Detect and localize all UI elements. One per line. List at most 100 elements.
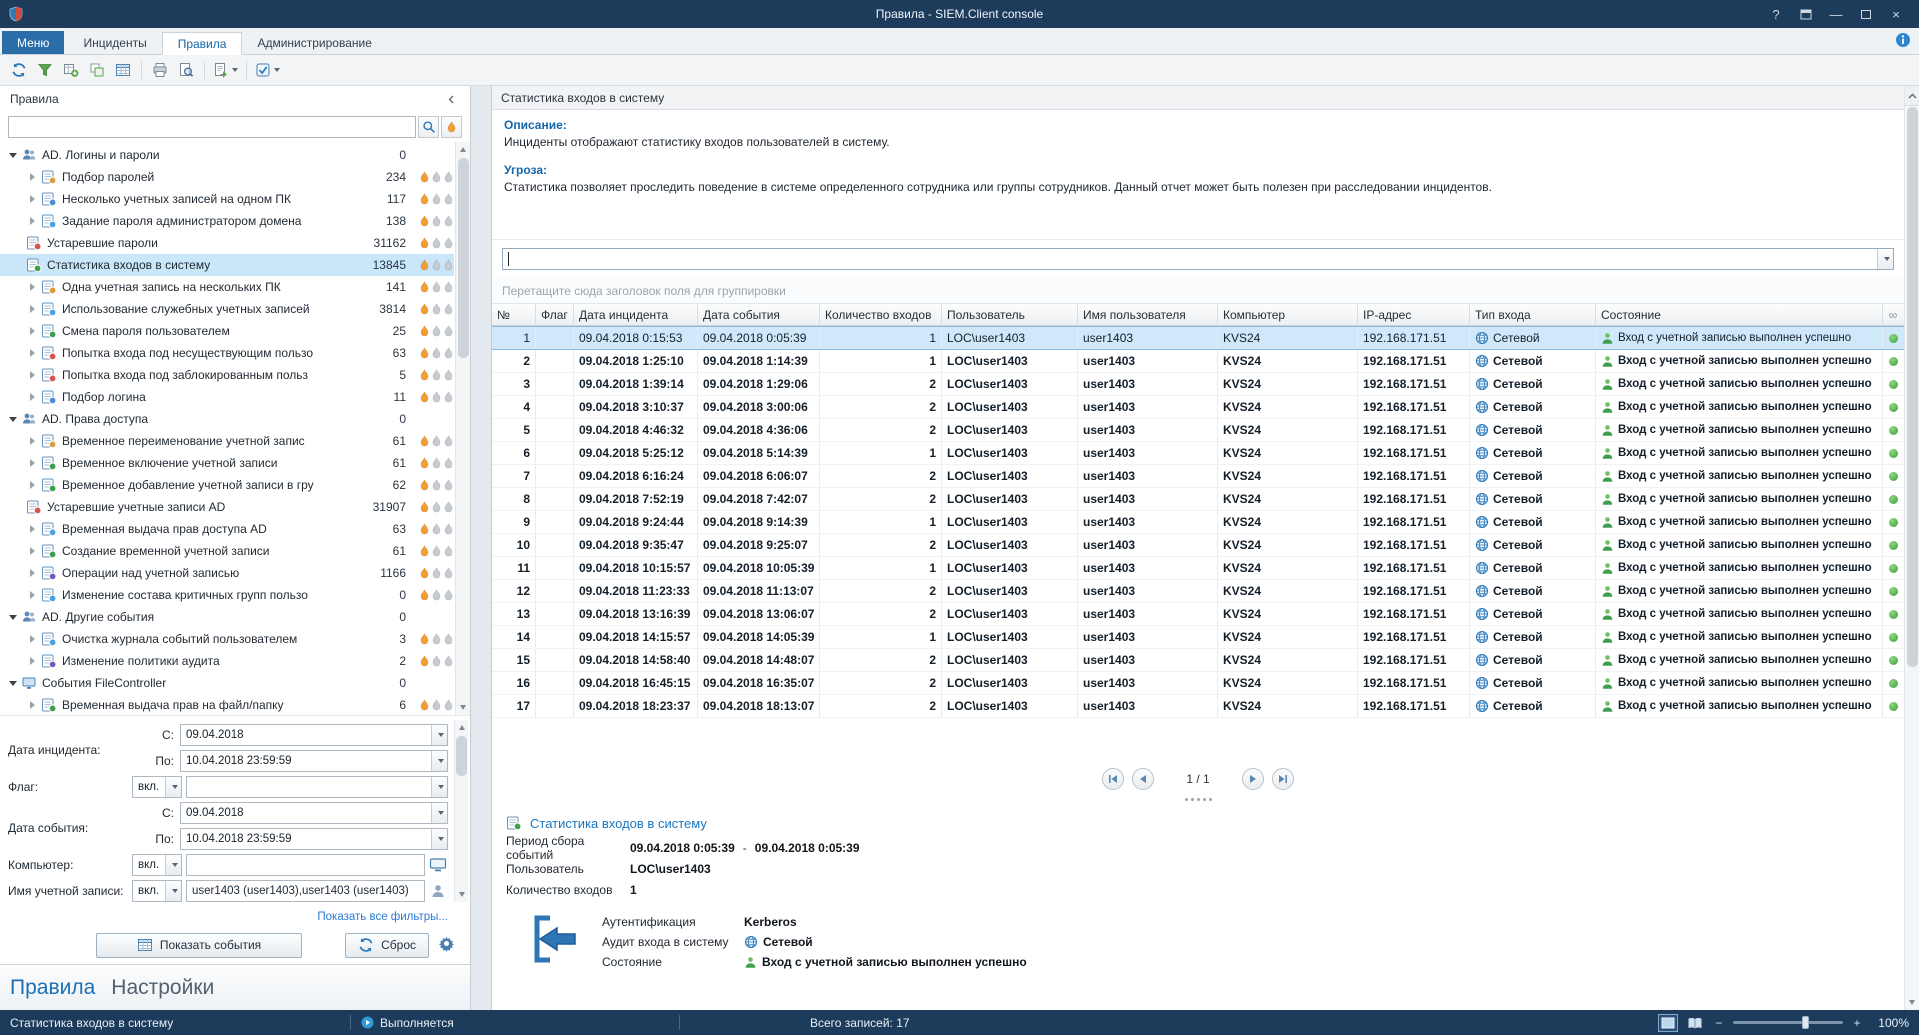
tree-item-row[interactable]: Попытка входа под несуществующим пользо6… [0,342,454,364]
column-header[interactable]: Пользователь [942,304,1078,325]
last-page-button[interactable] [1272,768,1294,790]
zoom-out-button[interactable]: − [1712,1016,1726,1030]
collapse-arrow-icon[interactable] [5,417,20,422]
tree-item-row[interactable]: Подбор паролей234 [0,166,454,188]
column-header[interactable]: Тип входа [1470,304,1596,325]
tab-administration[interactable]: Администрирование [242,31,386,54]
collapse-arrow-icon[interactable] [5,615,20,620]
expand-arrow-icon[interactable] [25,547,40,555]
tree-item-row[interactable]: Изменение состава критичных групп пользо… [0,584,454,606]
expand-arrow-icon[interactable] [25,525,40,533]
check-run-button[interactable] [252,58,283,82]
incident-row[interactable]: 609.04.2018 5:25:1209.04.2018 5:14:391LO… [492,442,1904,465]
tree-item-row[interactable]: Подбор логина11 [0,386,454,408]
detail-splitter-handle[interactable] [492,793,1904,805]
collapse-arrow-icon[interactable] [5,153,20,158]
dropdown-caret-icon[interactable] [1877,249,1893,269]
nav-tab-settings[interactable]: Настройки [111,976,214,1000]
incident-row[interactable]: 1709.04.2018 18:23:3709.04.2018 18:13:07… [492,695,1904,718]
export-button[interactable] [210,58,241,82]
print-preview-button[interactable] [173,58,199,82]
incident-date-from-select[interactable]: 09.04.2018 [180,724,448,746]
reset-button[interactable]: Сброс [345,933,429,958]
tree-group-row[interactable]: События FileController0 [0,672,454,694]
incident-row[interactable]: 1609.04.2018 16:45:1509.04.2018 16:35:07… [492,672,1904,695]
expand-arrow-icon[interactable] [25,701,40,709]
tree-item-row[interactable]: Одна учетная запись на нескольких ПК141 [0,276,454,298]
column-header[interactable]: № [492,304,536,325]
computer-picker-icon[interactable] [428,855,448,875]
incident-row[interactable]: 1509.04.2018 14:58:4009.04.2018 14:48:07… [492,649,1904,672]
tree-item-row[interactable]: Временная выдача прав на файл/папку6 [0,694,454,715]
expand-arrow-icon[interactable] [25,349,40,357]
incident-row[interactable]: 1209.04.2018 11:23:3309.04.2018 11:13:07… [492,580,1904,603]
dropdown-caret-icon[interactable] [431,829,447,849]
zoom-in-button[interactable]: + [1850,1016,1864,1030]
incident-row[interactable]: 209.04.2018 1:25:1009.04.2018 1:14:391LO… [492,350,1904,373]
show-all-filters-link[interactable]: Показать все фильтры... [317,911,448,923]
computer-mode-select[interactable]: вкл. [132,854,182,876]
event-date-from-select[interactable]: 09.04.2018 [180,802,448,824]
dropdown-caret-icon[interactable] [431,751,447,771]
tree-group-row[interactable]: AD. Логины и пароли0 [0,144,454,166]
account-picker-icon[interactable] [428,881,448,901]
column-header[interactable]: IP-адрес [1358,304,1470,325]
dropdown-caret-icon[interactable] [165,777,181,797]
expand-arrow-icon[interactable] [25,283,40,291]
collapse-panel-button[interactable] [1905,86,1919,106]
tree-item-row[interactable]: Статистика входов в систему13845 [0,254,454,276]
incident-date-to-select[interactable]: 10.04.2018 23:59:59 [180,750,448,772]
column-header[interactable]: Количество входов [820,304,942,325]
expand-arrow-icon[interactable] [25,195,40,203]
tab-rules[interactable]: Правила [162,32,243,55]
tree-item-row[interactable]: Очистка журнала событий пользователем3 [0,628,454,650]
tab-menu[interactable]: Меню [2,31,64,54]
tree-item-row[interactable]: Задание пароля администратором домена138 [0,210,454,232]
filters-scrollbar[interactable] [454,720,468,902]
first-page-button[interactable] [1102,768,1124,790]
print-button[interactable] [147,58,173,82]
nav-tab-rules[interactable]: Правила [10,976,95,1000]
incident-row[interactable]: 809.04.2018 7:52:1909.04.2018 7:42:072LO… [492,488,1904,511]
expand-arrow-icon[interactable] [25,173,40,181]
tree-scrollbar[interactable] [455,142,470,715]
account-mode-select[interactable]: вкл. [132,880,182,902]
tree-item-row[interactable]: Создание временной учетной записи61 [0,540,454,562]
tree-item-row[interactable]: Устаревшие пароли31162 [0,232,454,254]
expand-arrow-icon[interactable] [25,217,40,225]
info-icon[interactable] [1895,32,1911,48]
incident-row[interactable]: 1409.04.2018 14:15:5709.04.2018 14:05:39… [492,626,1904,649]
collapse-sidebar-button[interactable] [442,90,460,108]
prev-page-button[interactable] [1132,768,1154,790]
groupby-drop-area[interactable]: Перетащите сюда заголовок поля для групп… [492,278,1904,304]
column-header[interactable]: Состояние [1596,304,1883,325]
show-events-button[interactable]: Показать события [96,933,302,958]
tree-item-row[interactable]: Смена пароля пользователем25 [0,320,454,342]
tree-item-row[interactable]: Временное включение учетной записи61 [0,452,454,474]
dropdown-caret-icon[interactable] [431,725,447,745]
tree-item-row[interactable]: Несколько учетных записей на одном ПК117 [0,188,454,210]
tree-item-row[interactable]: Устаревшие учетные записи AD31907 [0,496,454,518]
help-button[interactable]: ? [1761,2,1791,26]
tree-item-row[interactable]: Операции над учетной записью1166 [0,562,454,584]
expand-arrow-icon[interactable] [25,569,40,577]
copy-rule-button[interactable] [84,58,110,82]
incident-row[interactable]: 909.04.2018 9:24:4409.04.2018 9:14:391LO… [492,511,1904,534]
dropdown-caret-icon[interactable] [165,881,181,901]
computer-field[interactable] [186,854,425,876]
tree-group-row[interactable]: AD. Другие события0 [0,606,454,628]
incident-row[interactable]: 1109.04.2018 10:15:5709.04.2018 10:05:39… [492,557,1904,580]
incident-filter-combobox[interactable] [502,248,1894,270]
expand-arrow-icon[interactable] [25,437,40,445]
expand-arrow-icon[interactable] [25,635,40,643]
tree-item-row[interactable]: Попытка входа под заблокированным польз5 [0,364,454,386]
next-page-button[interactable] [1242,768,1264,790]
tree-item-row[interactable]: Изменение политики аудита2 [0,650,454,672]
add-rule-button[interactable] [58,58,84,82]
incident-row[interactable]: 709.04.2018 6:16:2409.04.2018 6:06:072LO… [492,465,1904,488]
column-header[interactable]: Флаг [536,304,574,325]
incident-row[interactable]: 1009.04.2018 9:35:4709.04.2018 9:25:072L… [492,534,1904,557]
close-button[interactable]: × [1881,2,1911,26]
account-field[interactable]: user1403 (user1403),user1403 (user1403) [186,880,425,902]
panel-splitter[interactable] [471,86,491,1010]
